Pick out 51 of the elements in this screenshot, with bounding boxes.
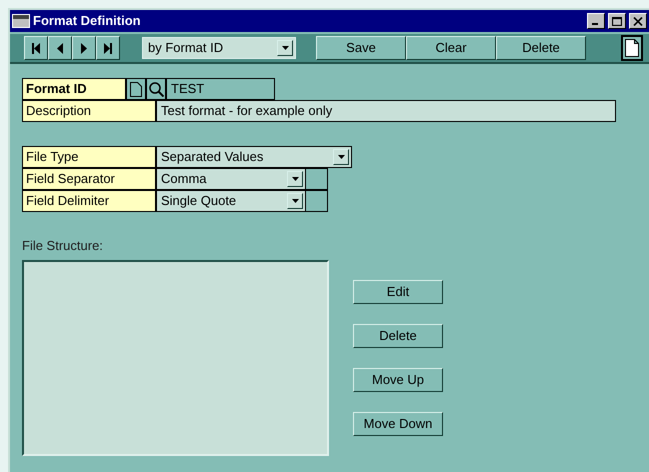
list-button[interactable]: Move Down bbox=[353, 412, 443, 436]
list-button[interactable]: Move Up bbox=[353, 368, 443, 392]
field-label: File Type bbox=[22, 146, 156, 168]
new-record-button[interactable] bbox=[126, 78, 146, 100]
document-icon bbox=[130, 82, 142, 96]
sort-dropdown[interactable]: by Format ID bbox=[142, 37, 296, 59]
caret-icon bbox=[282, 46, 288, 50]
select-field[interactable]: Separated Values bbox=[156, 146, 352, 168]
window-title: Format Definition bbox=[33, 12, 142, 30]
list-button[interactable]: Delete bbox=[353, 324, 443, 348]
document-icon bbox=[625, 39, 639, 57]
last-button[interactable] bbox=[96, 36, 120, 60]
prev-icon bbox=[55, 42, 65, 54]
select-field[interactable]: Single Quote bbox=[156, 190, 306, 212]
caret-icon bbox=[292, 199, 298, 203]
dropdown-button[interactable] bbox=[333, 149, 349, 165]
new-document-button[interactable] bbox=[621, 35, 643, 61]
field-label: Format ID bbox=[22, 78, 126, 100]
window-icon bbox=[12, 14, 30, 28]
first-icon bbox=[31, 42, 41, 54]
field-label: Field Delimiter bbox=[22, 190, 156, 212]
minimize-button[interactable] bbox=[587, 13, 605, 29]
maximize-button[interactable] bbox=[608, 13, 626, 29]
list-button[interactable]: Edit bbox=[353, 280, 443, 304]
last-icon bbox=[103, 42, 113, 54]
toolbar-button[interactable]: Save bbox=[316, 36, 406, 60]
caret-icon bbox=[338, 155, 344, 159]
toolbar-button[interactable]: Clear bbox=[406, 36, 496, 60]
field-value: TEST bbox=[166, 78, 275, 100]
search-icon bbox=[148, 82, 164, 96]
close-icon bbox=[633, 16, 643, 26]
field-label: Description bbox=[22, 100, 156, 122]
minimize-icon bbox=[592, 23, 598, 25]
dropdown-button[interactable] bbox=[287, 171, 303, 187]
section-label: File Structure: bbox=[22, 237, 104, 255]
field-label: Field Separator bbox=[22, 168, 156, 190]
next-icon bbox=[79, 42, 89, 54]
dropdown-button[interactable] bbox=[277, 40, 293, 56]
next-button[interactable] bbox=[72, 36, 96, 60]
dropdown-button[interactable] bbox=[287, 193, 303, 209]
caret-icon bbox=[292, 177, 298, 181]
field-value[interactable]: Test format - for example only bbox=[156, 100, 616, 122]
prev-button[interactable] bbox=[48, 36, 72, 60]
color-swatch[interactable] bbox=[306, 190, 328, 212]
color-swatch[interactable] bbox=[306, 168, 328, 190]
maximize-icon bbox=[612, 16, 622, 26]
search-button[interactable] bbox=[146, 78, 166, 100]
select-field[interactable]: Comma bbox=[156, 168, 306, 190]
close-button[interactable] bbox=[629, 13, 647, 29]
first-button[interactable] bbox=[24, 36, 48, 60]
toolbar-button[interactable]: Delete bbox=[496, 36, 586, 60]
